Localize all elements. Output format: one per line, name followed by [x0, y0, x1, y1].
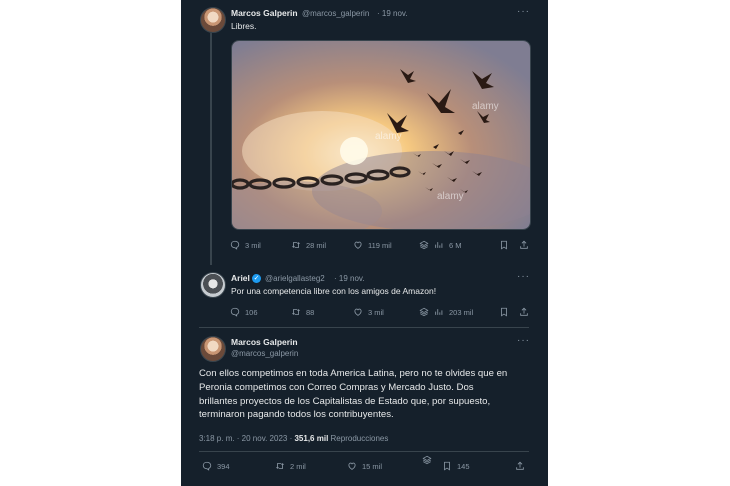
share-icon — [519, 307, 529, 317]
views-button[interactable] — [422, 455, 432, 465]
retweet-count: 28 mil — [306, 240, 327, 250]
tweet-timestamp[interactable]: 3:18 p. m. · 20 nov. 2023 · — [199, 434, 292, 443]
views-icon — [419, 307, 429, 317]
tweet-text-line: terminaron pagando todos los contribuyen… — [199, 409, 394, 421]
share-icon — [515, 461, 525, 471]
views-button[interactable]: 6 M — [419, 240, 462, 250]
views-icon — [422, 455, 432, 465]
like-count: 3 mil — [368, 307, 384, 317]
timeline-panel: Marcos Galperin @marcos_galperin · 19 no… — [181, 0, 548, 486]
views-count: 6 M — [449, 240, 462, 250]
reply-icon — [230, 240, 240, 250]
analytics-icon — [434, 307, 444, 317]
bookmark-button[interactable] — [499, 240, 509, 250]
tweet-image[interactable]: alamy alamy alamy — [231, 40, 531, 230]
tweet-text-line: Con ellos competimos en toda America Lat… — [199, 368, 508, 379]
birds-chain-photo: alamy alamy alamy — [232, 41, 530, 229]
like-icon — [347, 461, 357, 471]
divider — [199, 451, 529, 452]
retweet-count: 2 mil — [290, 461, 306, 471]
reply-icon — [230, 307, 240, 317]
tweet-text: Por una competencia libre con los amigos… — [231, 286, 437, 296]
retweet-button[interactable]: 2 mil — [275, 461, 306, 471]
views-icon — [419, 240, 429, 250]
author-handle[interactable]: @arielgallasteg2 — [265, 274, 325, 283]
tweet-actions: 106 88 3 mil 203 mil — [181, 307, 548, 321]
like-icon — [353, 240, 363, 250]
author-avatar[interactable] — [200, 272, 226, 298]
reply-button[interactable]: 3 mil — [230, 240, 261, 250]
author-avatar[interactable] — [200, 336, 226, 362]
retweet-count: 88 — [306, 307, 315, 317]
like-button[interactable]: 119 mil — [353, 240, 392, 250]
like-button[interactable]: 15 mil — [347, 461, 382, 471]
reply-button[interactable]: 106 — [230, 307, 258, 317]
bookmark-icon — [499, 307, 509, 317]
views-total: 351,6 mil — [294, 434, 329, 443]
watermark: alamy — [472, 101, 499, 112]
reply-count: 106 — [245, 307, 258, 317]
share-icon — [519, 240, 529, 250]
reply-icon — [202, 461, 212, 471]
bookmark-count: 145 — [457, 461, 470, 471]
tweet-timestamp-row: 3:18 p. m. · 20 nov. 2023 · 351,6 mil Re… — [199, 434, 388, 443]
retweet-icon — [275, 461, 285, 471]
like-button[interactable]: 3 mil — [353, 307, 384, 317]
bookmark-button[interactable] — [499, 307, 509, 317]
author-name[interactable]: Marcos Galperin — [231, 8, 298, 18]
views-count: 203 mil — [449, 307, 474, 317]
share-button[interactable] — [519, 240, 529, 250]
share-button[interactable] — [515, 461, 525, 471]
thread-line — [210, 33, 212, 265]
tweet-date[interactable]: · 19 nov. — [334, 274, 365, 283]
analytics-icon — [434, 240, 444, 250]
divider — [199, 327, 529, 328]
views-button[interactable]: 203 mil — [419, 307, 473, 317]
tweet-text: Con ellos competimos en toda America Lat… — [199, 367, 534, 422]
tweet-text-line: Peronia competimos con Correo Compras y … — [199, 381, 474, 393]
tweet-actions: 394 2 mil 15 mil 145 — [181, 461, 548, 475]
bookmark-button[interactable]: 145 — [442, 461, 470, 471]
tweet-text: Libres. — [231, 21, 257, 31]
share-button[interactable] — [519, 307, 529, 317]
author-handle[interactable]: @marcos_galperin — [231, 349, 298, 358]
more-options-button[interactable]: ··· — [517, 6, 530, 17]
watermark: alamy — [437, 191, 464, 202]
watermark: alamy — [375, 131, 402, 142]
tweet-date[interactable]: · 19 nov. — [377, 9, 408, 18]
author-avatar[interactable] — [200, 7, 226, 33]
views-label: Reproducciones — [330, 434, 389, 443]
tweet-actions: 3 mil 28 mil 119 mil 6 M — [181, 240, 548, 254]
retweet-icon — [291, 307, 301, 317]
more-options-button[interactable]: ··· — [517, 335, 530, 346]
author-name[interactable]: Ariel — [231, 273, 250, 283]
bookmark-icon — [499, 240, 509, 250]
bookmark-icon — [442, 461, 452, 471]
author-name[interactable]: Marcos Galperin — [231, 337, 298, 347]
retweet-button[interactable]: 28 mil — [291, 240, 326, 250]
author-handle[interactable]: @marcos_galperin — [302, 9, 369, 18]
verified-badge-icon: ✓ — [252, 273, 261, 283]
reply-button[interactable]: 394 — [202, 461, 230, 471]
retweet-icon — [291, 240, 301, 250]
tweet-text-line: brillantes proyectos de los Capitalistas… — [199, 395, 491, 407]
retweet-button[interactable]: 88 — [291, 307, 314, 317]
reply-count: 3 mil — [245, 240, 261, 250]
reply-count: 394 — [217, 461, 230, 471]
like-count: 119 mil — [368, 240, 392, 250]
like-count: 15 mil — [362, 461, 383, 471]
more-options-button[interactable]: ··· — [517, 271, 530, 282]
like-icon — [353, 307, 363, 317]
